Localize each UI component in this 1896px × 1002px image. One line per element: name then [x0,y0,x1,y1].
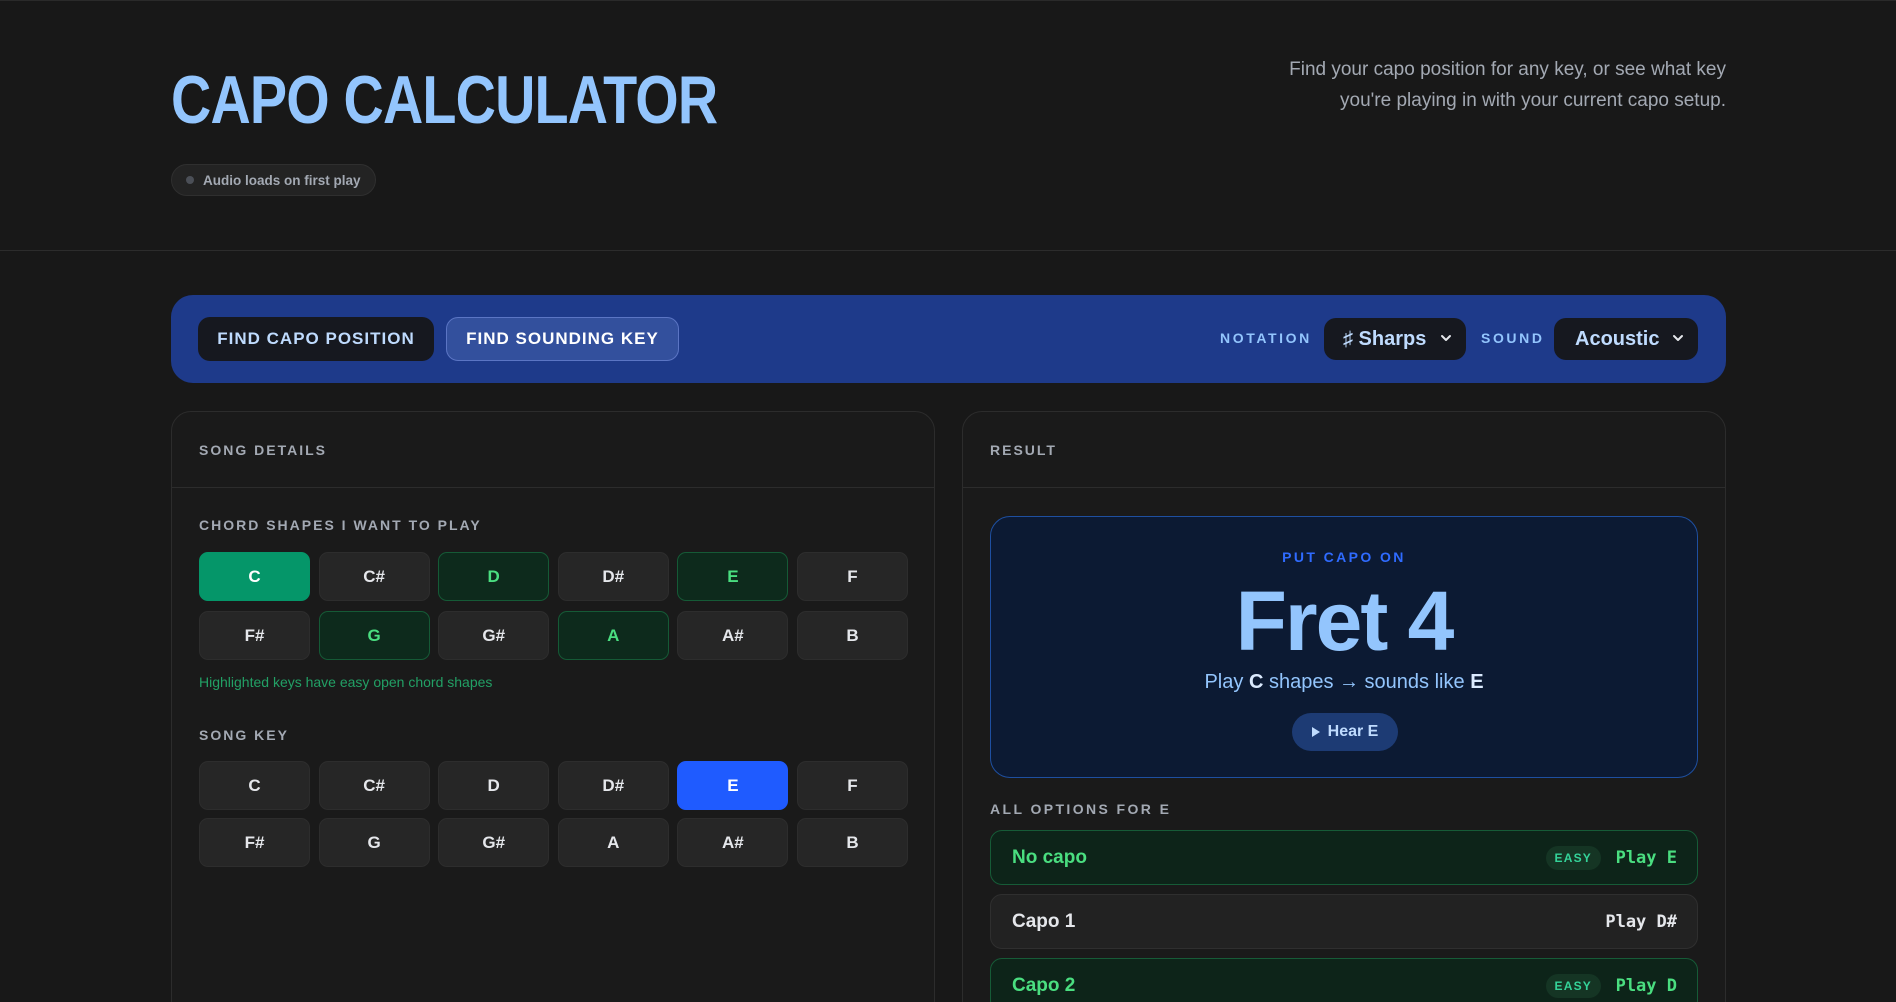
song-key-f-sharp[interactable]: F# [199,818,310,867]
chord-shape-d-sharp[interactable]: D# [557,552,669,601]
hear-button[interactable]: Hear E [1292,713,1398,751]
status-dot-icon [186,176,194,184]
sound-value: Acoustic [1575,327,1660,350]
song-key-a[interactable]: A [557,818,669,867]
song-key-c[interactable]: C [199,761,310,810]
find-capo-position-button[interactable]: FIND CAPO POSITION [198,317,434,361]
audio-status-text: Audio loads on first play [203,172,361,188]
chord-shape-c-sharp[interactable]: C# [318,552,430,601]
sound-label: SOUND [1481,330,1545,346]
song-key-d-sharp[interactable]: D# [557,761,669,810]
chord-shape-e[interactable]: E [677,552,789,601]
chord-shape-g[interactable]: G [318,611,430,660]
option-row[interactable]: Capo 1 Play D# [990,894,1698,949]
option-row[interactable]: Capo 2 EASY Play D [990,958,1698,1002]
capo-result-card: PUT CAPO ON Fret 4 Play C shapes → sound… [990,516,1698,778]
audio-status-badge: Audio loads on first play [171,164,376,196]
result-panel: RESULT PUT CAPO ON Fret 4 Play C shapes … [962,411,1726,1002]
result-mid-text: shapes → sounds like [1268,671,1465,693]
option-play: Play E [1615,848,1677,868]
play-prefix: Play [1204,671,1244,693]
song-key-g-sharp[interactable]: G# [438,818,550,867]
result-description: Play C shapes → sounds like E [991,671,1697,694]
chord-shape-c[interactable]: C [199,552,310,601]
song-details-panel: SONG DETAILS CHORD SHAPES I WANT TO PLAY… [171,411,935,1002]
play-shape: C [1248,671,1264,693]
put-capo-label: PUT CAPO ON [1282,549,1406,565]
all-options-label: ALL OPTIONS FOR E [990,801,1172,817]
easy-badge: EASY [1545,974,1601,998]
song-key-e[interactable]: E [677,761,789,810]
chord-shapes-label: CHORD SHAPES I WANT TO PLAY [199,517,482,533]
song-key-label: SONG KEY [199,727,289,743]
fret-result: Fret 4 [1235,574,1455,668]
easy-keys-hint: Highlighted keys have easy open chord sh… [199,674,493,690]
notation-select[interactable]: ♯ Sharps [1324,318,1466,360]
page-title: CAPO CALCULATOR [171,62,718,138]
option-play: Play D# [1605,912,1677,932]
sound-select[interactable]: Acoustic [1554,318,1698,360]
find-sounding-key-button[interactable]: FIND SOUNDING KEY [446,317,679,361]
hear-button-label: Hear E [1327,723,1379,740]
song-key-a-sharp[interactable]: A# [677,818,789,867]
chord-shape-f[interactable]: F [797,552,908,601]
chord-shape-g-sharp[interactable]: G# [438,611,550,660]
easy-badge: EASY [1545,846,1601,870]
song-key-g[interactable]: G [318,818,430,867]
song-key-d[interactable]: D [438,761,550,810]
notation-value: ♯ Sharps [1343,327,1427,350]
mode-toolbar: FIND CAPO POSITION FIND SOUNDING KEY NOT… [171,295,1726,383]
chord-shape-b[interactable]: B [797,611,908,660]
option-name: Capo 1 [1012,911,1076,932]
panel-title: RESULT [963,412,1725,488]
play-icon [1311,727,1320,737]
song-key-b[interactable]: B [797,818,908,867]
chord-shape-f-sharp[interactable]: F# [199,611,310,660]
sounding-key: E [1470,671,1484,693]
notation-label: NOTATION [1220,330,1312,346]
chord-shape-d[interactable]: D [438,552,550,601]
chord-shape-a[interactable]: A [557,611,669,660]
song-key-c-sharp[interactable]: C# [318,761,430,810]
chevron-down-icon [1441,335,1451,341]
panel-title: SONG DETAILS [172,412,934,488]
chord-shape-a-sharp[interactable]: A# [677,611,789,660]
option-name: Capo 2 [1012,975,1076,996]
song-key-f[interactable]: F [797,761,908,810]
page-header: CAPO CALCULATOR Audio loads on first pla… [0,0,1896,251]
chevron-down-icon [1673,335,1683,341]
tagline: Find your capo position for any key, or … [1289,59,1726,111]
option-row[interactable]: No capo EASY Play E [990,830,1698,885]
option-name: No capo [1012,847,1087,868]
option-play: Play D [1615,976,1677,996]
